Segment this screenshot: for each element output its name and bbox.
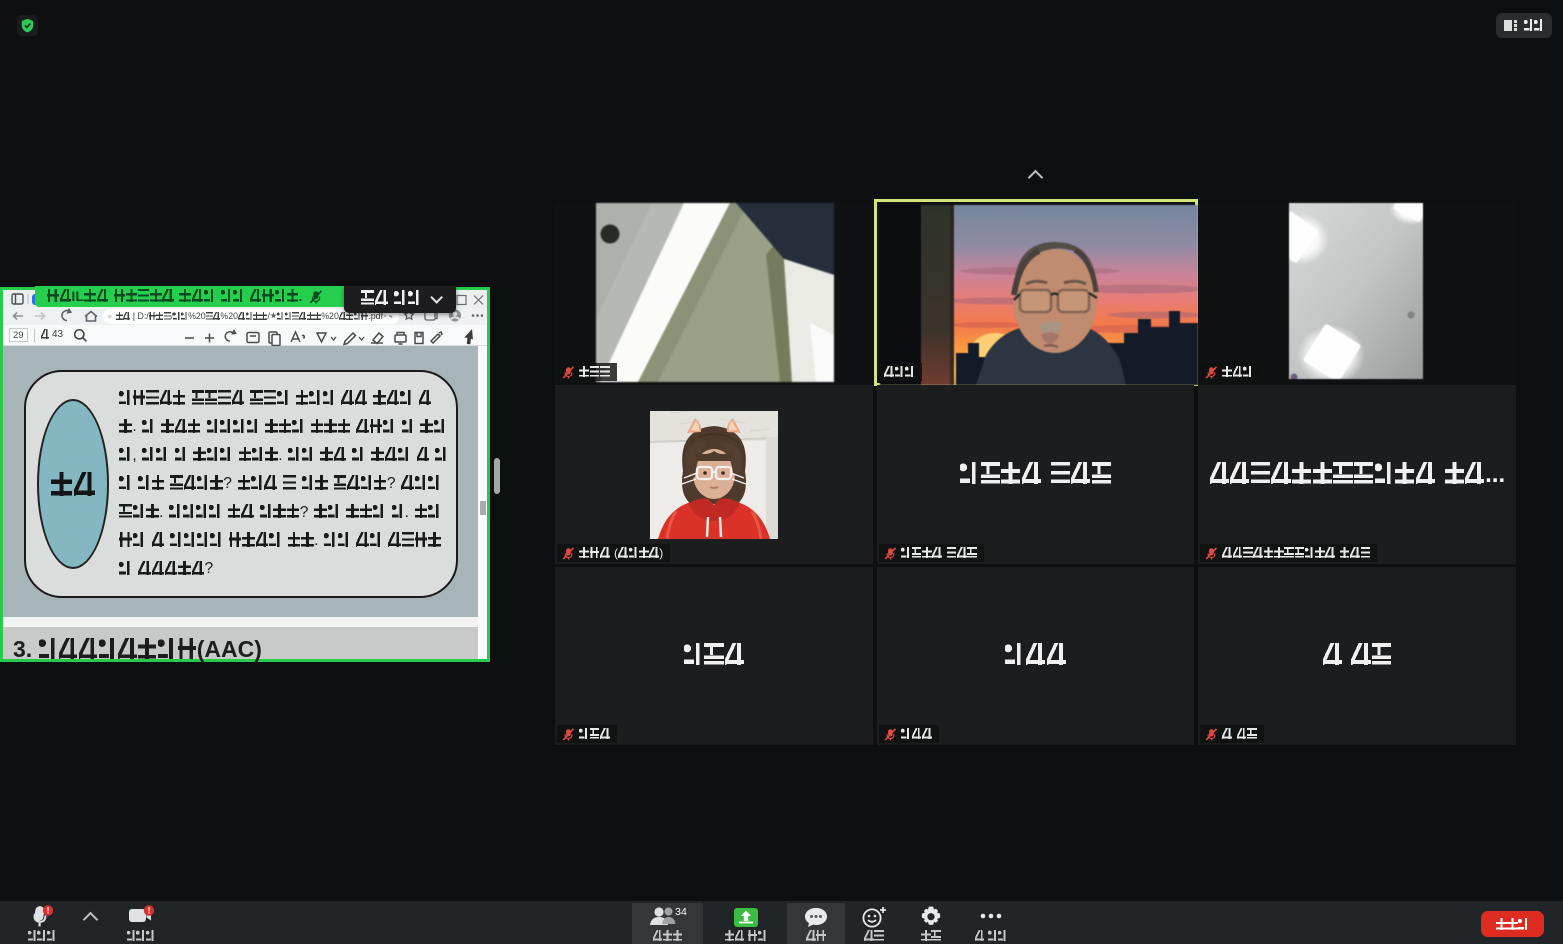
svg-text:!: ! — [47, 906, 50, 916]
svg-text:!: ! — [148, 906, 151, 916]
svg-text:34: 34 — [675, 906, 687, 918]
